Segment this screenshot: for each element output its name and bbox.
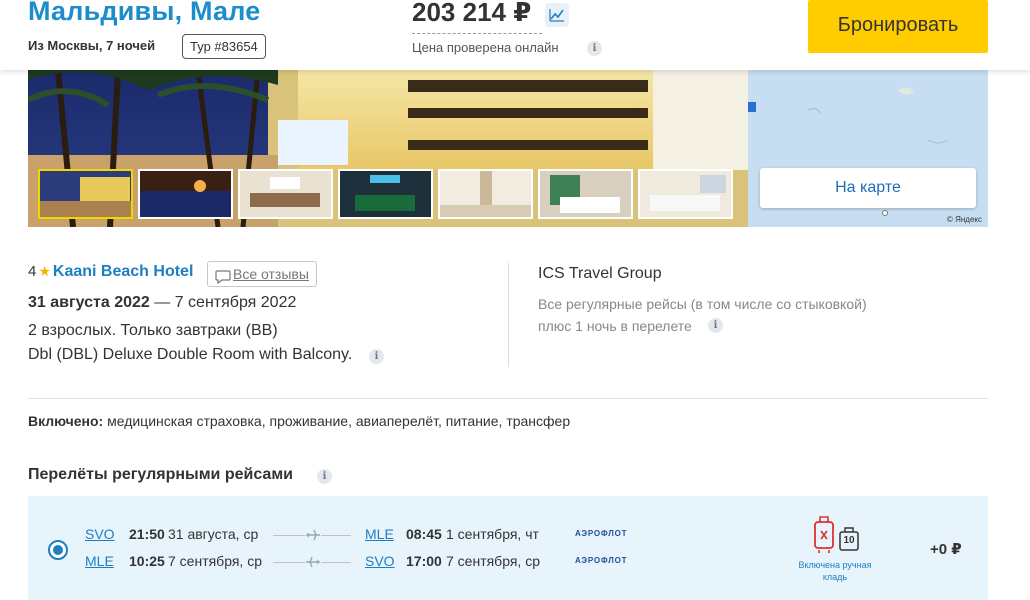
star-icon: ★ [38, 263, 51, 279]
flight-option-card[interactable]: SVO 21:50 31 августа, ср MLE 08:45 1 сен… [28, 496, 988, 600]
tour-price: 203 214 ₽ [412, 0, 532, 27]
gallery-thumbnail[interactable] [338, 169, 433, 219]
departure-time: 21:50 [129, 526, 165, 542]
price-chart-icon[interactable] [545, 3, 569, 27]
departure-date: 31 августа, ср [168, 526, 259, 542]
hotel-name-link[interactable]: Kaani Beach Hotel [53, 263, 193, 280]
hotel-stars: 4 [28, 263, 37, 280]
price-divider [412, 33, 542, 34]
gallery-thumbnail[interactable] [638, 169, 733, 219]
arrival-date: 7 сентября, ср [446, 553, 540, 569]
hand-luggage-kg: 10 [843, 535, 855, 546]
hotel-map[interactable]: На карте © Яндекс [748, 70, 988, 227]
map-marker-icon [882, 210, 888, 216]
room-type: Dbl (DBL) Deluxe Double Room with Balcon… [28, 346, 353, 363]
all-reviews-button[interactable]: Все отзывы [207, 261, 317, 287]
departure-date: 7 сентября, ср [168, 553, 262, 569]
gallery-thumbnail[interactable] [238, 169, 333, 219]
info-vertical-divider [508, 263, 509, 367]
flights-note: Все регулярные рейсы (в том числе со сты… [538, 296, 867, 312]
arrival-date: 1 сентября, чт [446, 526, 539, 542]
included-services: Включено: медицинская страховка, прожива… [28, 413, 570, 429]
departure-airport-link[interactable]: MLE [85, 553, 114, 569]
arrival-airport-link[interactable]: SVO [365, 553, 395, 569]
flight-extra-price: +0 ₽ [930, 541, 962, 558]
guests-meal: 2 взрослых. Только завтраки (BB) [28, 322, 278, 339]
flights-note-info-icon[interactable]: i [708, 318, 723, 333]
hotel-photo-gallery[interactable] [28, 70, 748, 227]
gallery-thumbnail[interactable] [38, 169, 133, 219]
date-to: — 7 сентября 2022 [154, 294, 297, 311]
price-checked-note: Цена проверена онлайн [412, 40, 559, 55]
room-info-icon[interactable]: i [369, 349, 384, 364]
page-title: Мальдивы, Мале [28, 0, 261, 26]
tour-operator-name: ICS Travel Group [538, 265, 662, 282]
baggage-caption: Включена ручная кладь [798, 560, 872, 582]
gallery-thumbnail[interactable] [438, 169, 533, 219]
plane-icon [305, 555, 321, 569]
suitcase-crossed-icon [814, 516, 859, 553]
map-copyright: © Яндекс [946, 215, 982, 224]
plane-icon [305, 528, 321, 542]
baggage-icons: 10 [810, 514, 870, 556]
hotel-title-line: 4 ★ Kaani Beach Hotel [28, 263, 193, 287]
tour-dates: 31 августа 2022 — 7 сентября 2022 [28, 294, 296, 312]
gallery-thumbnail[interactable] [138, 169, 233, 219]
section-divider [28, 398, 988, 399]
tour-number-badge: Тур #83654 [182, 34, 266, 59]
departure-time: 10:25 [129, 553, 165, 569]
gallery-thumbnail[interactable] [538, 169, 633, 219]
airline-logo: АЭРОФЛОТ [575, 556, 628, 565]
departure-nights: Из Москвы, 7 ночей [28, 38, 156, 53]
airline-logo: АЭРОФЛОТ [575, 529, 628, 538]
included-text: медицинская страховка, проживание, авиап… [107, 413, 571, 429]
flights-section-title: Перелёты регулярными рейсами [28, 466, 293, 483]
price-info-icon[interactable]: i [587, 41, 602, 56]
page-header: Мальдивы, Мале Из Москвы, 7 ночей Тур #8… [0, 0, 1030, 70]
arrival-time: 17:00 [406, 553, 442, 569]
departure-airport-link[interactable]: SVO [85, 526, 115, 542]
flights-note-extra-night: плюс 1 ночь в перелете [538, 318, 692, 334]
book-button[interactable]: Бронировать [808, 0, 988, 53]
speech-bubble-icon [215, 267, 231, 291]
show-on-map-button[interactable]: На карте [760, 168, 976, 208]
flights-section-info-icon[interactable]: i [317, 469, 332, 484]
all-reviews-label: Все отзывы [233, 266, 309, 282]
arrival-airport-link[interactable]: MLE [365, 526, 394, 542]
included-label: Включено: [28, 413, 104, 429]
arrival-time: 08:45 [406, 526, 442, 542]
date-from: 31 августа 2022 [28, 294, 150, 311]
